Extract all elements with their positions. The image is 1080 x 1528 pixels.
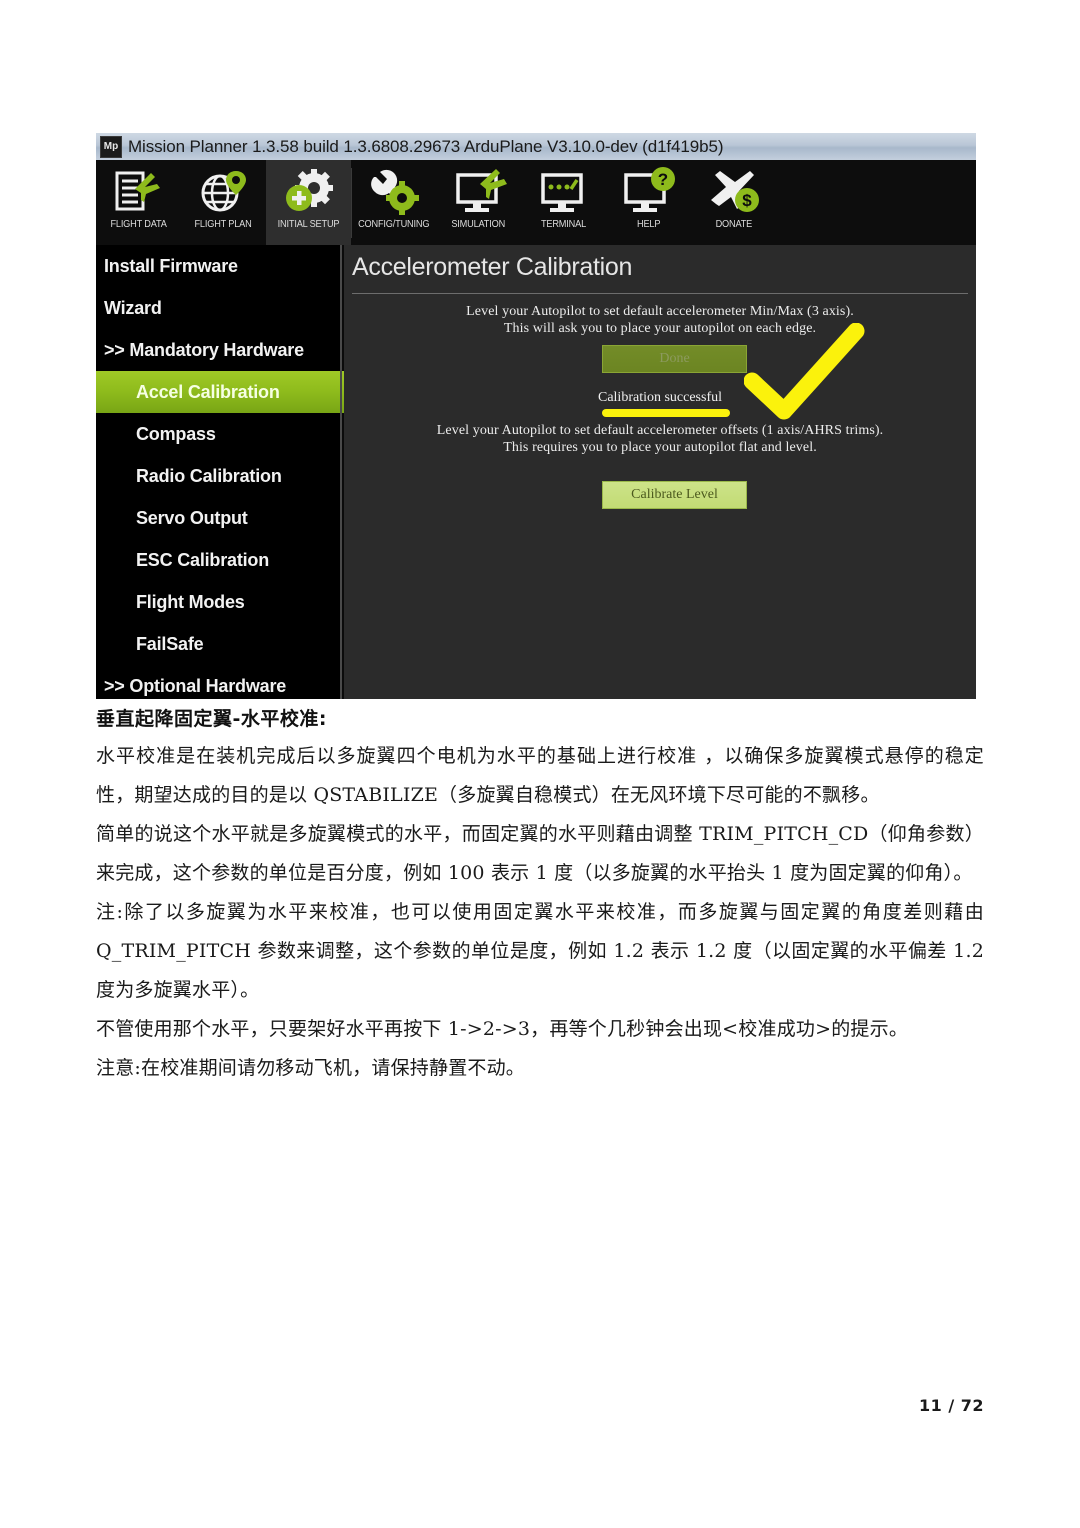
sidebar-item-label: Flight Modes: [136, 591, 245, 612]
instruction-block-minmax: Level your Autopilot to set default acce…: [344, 303, 976, 337]
svg-text:?: ?: [657, 170, 667, 189]
toolbar-item-simulation[interactable]: SIMULATION: [436, 160, 521, 245]
paragraph: 水平校准是在装机完成后以多旋翼四个电机为水平的基础上进行校准 ，以确保多旋翼模式…: [96, 745, 984, 806]
sidebar-item-label: >> Mandatory Hardware: [104, 339, 304, 360]
main-toolbar: FLIGHT DATA FLIGHT PLAN INITIAL SETUP CO…: [96, 160, 976, 245]
instruction-line: This requires you to place your autopilo…: [503, 440, 817, 455]
accelerometer-calibration-panel: Accelerometer Calibration Level your Aut…: [344, 245, 976, 699]
title-divider: [352, 293, 968, 294]
app-logo-icon: Mp: [100, 135, 122, 158]
sidebar-item-compass[interactable]: Compass: [96, 413, 342, 455]
sidebar-item-label: ESC Calibration: [136, 549, 270, 570]
document-body: 垂直起降固定翼-水平校准: 水平校准是在装机完成后以多旋翼四个电机为水平的基础上…: [96, 704, 984, 1088]
sidebar-item-label: Radio Calibration: [136, 465, 282, 486]
initial-setup-icon: [273, 164, 345, 219]
highlight-checkmark-annotation: [743, 322, 869, 423]
page-title: Accelerometer Calibration: [352, 253, 633, 281]
mission-planner-screenshot: Mp Mission Planner 1.3.58 build 1.3.6808…: [96, 133, 976, 699]
instruction-line: Level your Autopilot to set default acce…: [436, 423, 884, 438]
toolbar-label: FLIGHT PLAN: [194, 219, 253, 230]
toolbar-label: FLIGHT DATA: [110, 219, 167, 230]
toolbar-item-donate[interactable]: $ DONATE: [691, 160, 776, 245]
toolbar-item-help[interactable]: ? HELP: [606, 160, 691, 245]
sidebar-item-flight-modes[interactable]: Flight Modes: [96, 581, 342, 623]
sidebar-item-label: Servo Output: [136, 507, 248, 528]
toolbar-label: INITIAL SETUP: [277, 219, 340, 230]
setup-sidebar: Install Firmware Wizard >> Mandatory Har…: [96, 245, 383, 699]
toolbar-item-initial-setup[interactable]: INITIAL SETUP: [266, 160, 351, 245]
simulation-icon: [443, 164, 515, 219]
status-badge: Calibration successful: [597, 390, 723, 405]
toolbar-item-flight-plan[interactable]: FLIGHT PLAN: [181, 160, 266, 245]
sidebar-item-esc-calibration[interactable]: ESC Calibration: [96, 539, 342, 581]
instruction-line: Level your Autopilot to set default acce…: [466, 304, 854, 319]
toolbar-label: CONFIG/TUNING: [357, 219, 430, 230]
toolbar-item-terminal[interactable]: TERMINAL: [521, 160, 606, 245]
sidebar-item-label: Compass: [136, 423, 216, 444]
paragraph: 简单的说这个水平就是多旋翼模式的水平，而固定翼的水平则藉由调整 TRIM_PIT…: [96, 823, 984, 884]
window-title: Mission Planner 1.3.58 build 1.3.6808.29…: [128, 136, 724, 156]
sidebar-item-wizard[interactable]: Wizard: [96, 287, 342, 329]
help-icon: ?: [613, 164, 685, 219]
sidebar-item-install-firmware[interactable]: Install Firmware: [96, 245, 342, 287]
config-tuning-icon: [358, 164, 430, 219]
flight-plan-icon: [188, 164, 260, 219]
window-titlebar: Mp Mission Planner 1.3.58 build 1.3.6808…: [96, 133, 976, 160]
sidebar-item-label: >> Optional Hardware: [104, 675, 287, 696]
svg-text:$: $: [742, 191, 752, 210]
toolbar-label: TERMINAL: [540, 219, 587, 230]
sidebar-divider: [340, 245, 342, 699]
sidebar-item-label: FailSafe: [136, 633, 204, 654]
page-number: 11 / 72: [918, 1396, 984, 1415]
instruction-line: This will ask you to place your autopilo…: [503, 321, 817, 336]
sidebar-item-optional-hardware[interactable]: >> Optional Hardware: [96, 665, 342, 699]
section-heading: 垂直起降固定翼-水平校准:: [96, 708, 327, 730]
calibrate-level-button[interactable]: Calibrate Level: [602, 481, 747, 509]
sidebar-item-label: Accel Calibration: [136, 381, 280, 402]
paragraph: 注:除了以多旋翼为水平来校准，也可以使用固定翼水平来校准，而多旋翼与固定翼的角度…: [96, 901, 984, 1001]
donate-icon: $: [698, 164, 770, 219]
toolbar-item-config-tuning[interactable]: CONFIG/TUNING: [351, 160, 436, 245]
toolbar-item-flight-data[interactable]: FLIGHT DATA: [96, 160, 181, 245]
done-button[interactable]: Done: [602, 345, 747, 373]
sidebar-item-mandatory-hardware[interactable]: >> Mandatory Hardware: [96, 329, 342, 371]
toolbar-label: SIMULATION: [451, 219, 506, 230]
terminal-icon: [528, 164, 600, 219]
toolbar-label: DONATE: [715, 219, 752, 230]
sidebar-item-servo-output[interactable]: Servo Output: [96, 497, 342, 539]
sidebar-item-failsafe[interactable]: FailSafe: [96, 623, 342, 665]
toolbar-label: HELP: [636, 219, 661, 230]
paragraph: 不管使用那个水平，只要架好水平再按下 1->2->3，再等个几秒钟会出现<校准成…: [96, 1018, 909, 1040]
sidebar-item-label: Install Firmware: [104, 255, 238, 276]
highlight-underline-annotation: [602, 409, 730, 417]
flight-data-icon: [103, 164, 175, 219]
sidebar-item-radio-calibration[interactable]: Radio Calibration: [96, 455, 342, 497]
sidebar-item-label: Wizard: [104, 297, 162, 318]
paragraph: 注意:在校准期间请勿移动飞机，请保持静置不动。: [96, 1057, 526, 1079]
instruction-block-offsets: Level your Autopilot to set default acce…: [344, 422, 976, 456]
toolbar-divider: [351, 168, 352, 238]
